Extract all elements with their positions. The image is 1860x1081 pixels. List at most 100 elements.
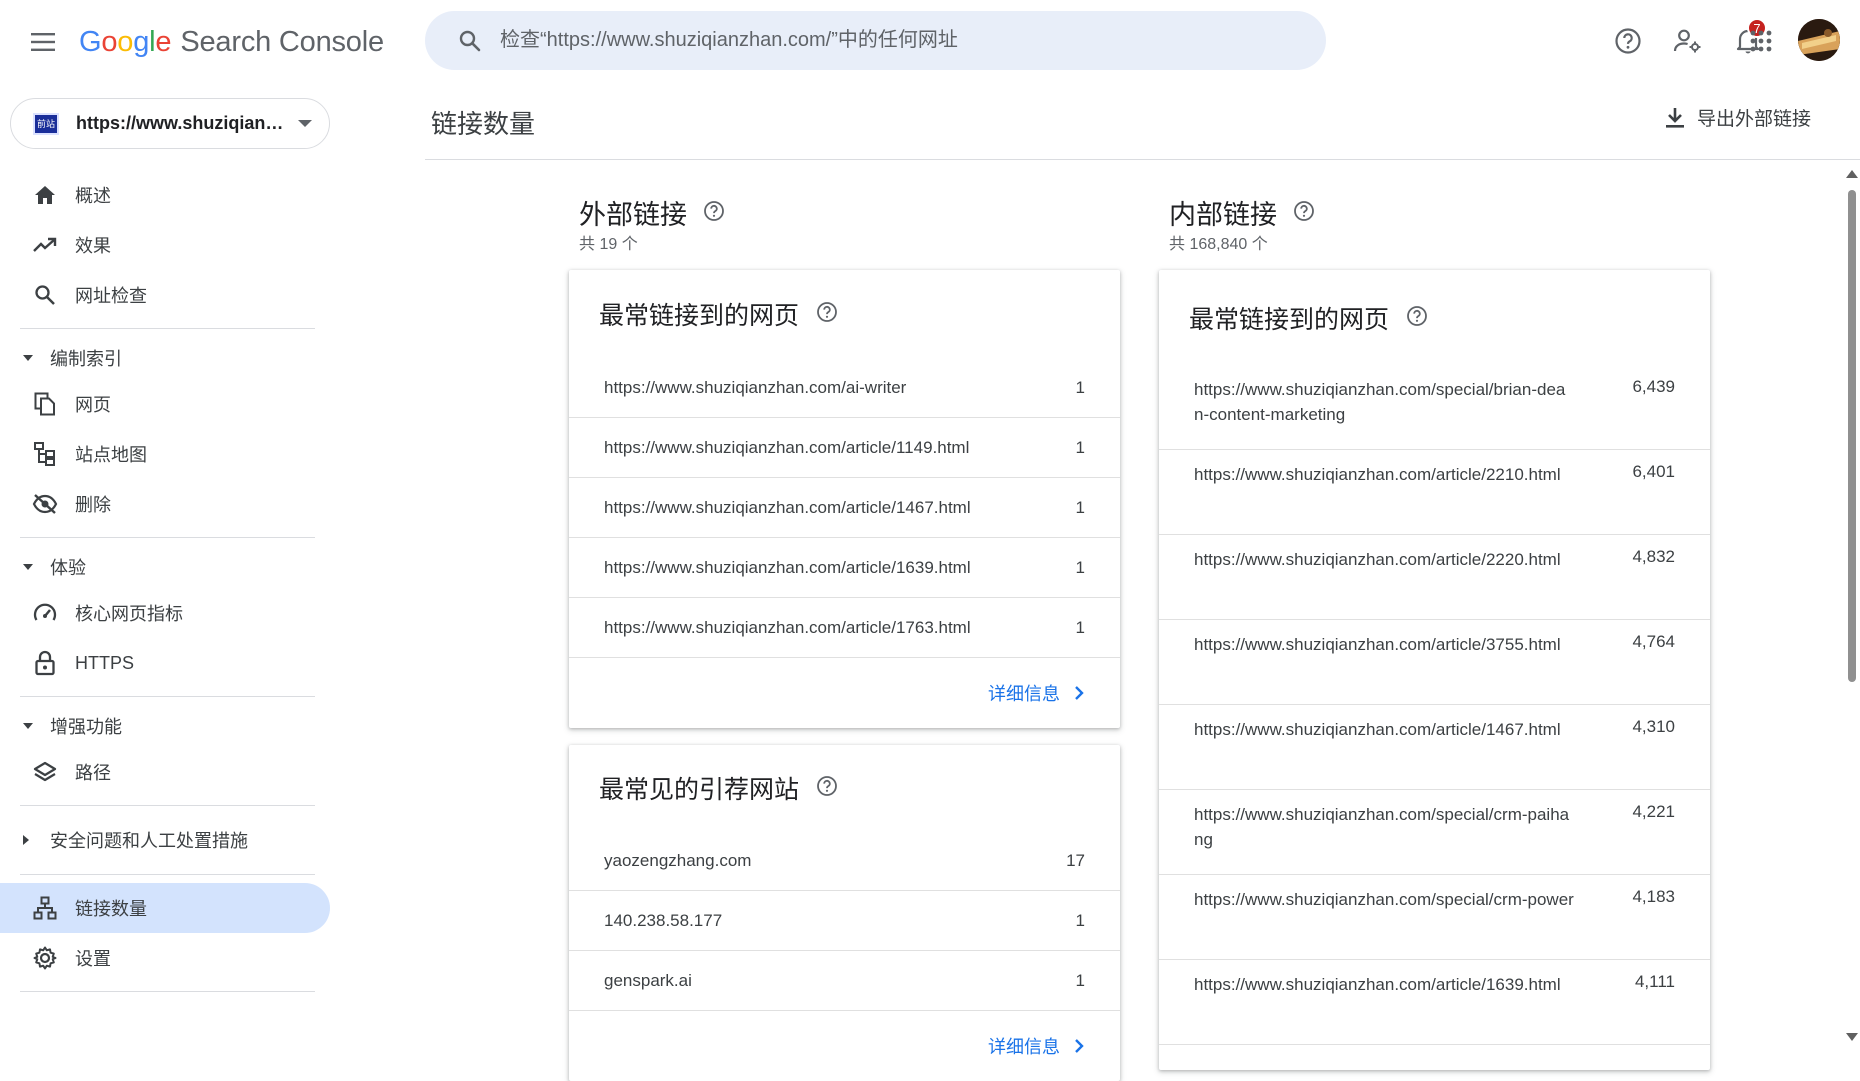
row-site: 140.238.58.177: [604, 911, 723, 930]
sidebar-item-sitemaps[interactable]: 站点地图: [0, 429, 330, 479]
help-button[interactable]: [1607, 20, 1649, 62]
table-row[interactable]: https://www.shuziqianzhan.com/special/cr…: [1159, 790, 1710, 875]
search-icon[interactable]: [445, 29, 495, 53]
sidebar-item-https[interactable]: HTTPS: [0, 638, 330, 688]
export-external-links-button[interactable]: 导出外部链接: [1665, 104, 1811, 131]
more-details-link[interactable]: 详细信息: [569, 658, 1120, 728]
sidebar-item-breadcrumbs[interactable]: 路径: [0, 747, 330, 797]
row-url: https://www.shuziqianzhan.com/special/br…: [1194, 380, 1566, 424]
table-row[interactable]: yaozengzhang.com 17: [569, 831, 1120, 891]
external-links-heading: 外部链接: [579, 193, 725, 232]
table-row[interactable]: https://www.shuziqianzhan.com/article/22…: [1159, 450, 1710, 535]
help-icon[interactable]: [816, 301, 838, 323]
table-row[interactable]: https://www.shuziqianzhan.com/article/14…: [1159, 705, 1710, 790]
table-row[interactable]: https://www.shuziqianzhan.com/article/14…: [569, 478, 1120, 538]
more-details-link[interactable]: 详细信息: [569, 1011, 1120, 1081]
table-row[interactable]: https://www.shuziqianzhan.com/article/17…: [569, 598, 1120, 658]
sidebar-item-url-inspection[interactable]: 网址检查: [0, 270, 330, 320]
dropdown-arrow-icon: [298, 119, 312, 128]
help-icon[interactable]: [1406, 305, 1428, 327]
sidebar-item-overview[interactable]: 概述: [0, 170, 330, 220]
row-url: https://www.shuziqianzhan.com/article/14…: [604, 498, 971, 517]
property-url: https://www.shuziqianzhan.com/: [76, 113, 286, 133]
scroll-up-arrow-icon[interactable]: [1846, 170, 1858, 178]
section-label: 增强功能: [50, 717, 122, 737]
account-avatar[interactable]: [1798, 19, 1840, 61]
table-row[interactable]: https://www.shuziqianzhan.com/article/22…: [1159, 535, 1710, 620]
nav-divider: [20, 696, 315, 697]
sidebar-section-enhancements[interactable]: 增强功能: [0, 705, 340, 747]
gear-icon: [32, 945, 58, 971]
section-title: 内部链接: [1169, 200, 1277, 230]
card-header: 最常链接到的网页: [569, 270, 1120, 358]
help-icon[interactable]: [816, 775, 838, 797]
sidebar-item-performance[interactable]: 效果: [0, 220, 330, 270]
internal-links-heading: 内部链接: [1169, 193, 1315, 232]
hamburger-menu-icon: [31, 32, 57, 52]
top-linked-pages-internal-card: 最常链接到的网页 https://www.shuziqianzhan.com/s…: [1159, 270, 1710, 1070]
property-favicon: 前站: [33, 112, 59, 135]
table-row[interactable]: https://www.shuziqianzhan.com/special/cr…: [1159, 875, 1710, 960]
row-count: 1: [1075, 970, 1085, 990]
row-count: 1: [1075, 497, 1085, 517]
row-count: 1: [1075, 557, 1085, 577]
google-apps-button[interactable]: [1740, 20, 1782, 62]
logo-letter: o: [101, 25, 118, 58]
search-icon: [32, 282, 58, 308]
table-row[interactable]: https://www.shuziqianzhan.com/article/16…: [1159, 960, 1710, 1045]
sidebar-item-label: 删除: [75, 495, 111, 515]
logo-letter: e: [155, 25, 172, 58]
table-row[interactable]: https://www.shuziqianzhan.com/special/br…: [1159, 365, 1710, 450]
users-permissions-button[interactable]: [1667, 20, 1709, 62]
nav-divider: [20, 991, 315, 992]
sidebar-section-experience[interactable]: 体验: [0, 546, 340, 588]
sidebar-item-links[interactable]: 链接数量: [0, 883, 330, 933]
sidebar-item-label: 站点地图: [75, 445, 147, 465]
nav-divider: [20, 537, 315, 538]
sidebar-section-security[interactable]: 安全问题和人工处置措施: [0, 814, 340, 866]
table-row[interactable]: https://www.shuziqianzhan.com/article/11…: [569, 418, 1120, 478]
sidebar-item-pages[interactable]: 网页: [0, 379, 330, 429]
sidebar-item-core-web-vitals[interactable]: 核心网页指标: [0, 588, 330, 638]
row-count: 1: [1075, 617, 1085, 637]
row-url: https://www.shuziqianzhan.com/ai-writer: [604, 378, 907, 397]
table-row[interactable]: 140.238.58.177 1: [569, 891, 1120, 951]
expand-arrow-icon: [22, 563, 44, 571]
logo-letter: o: [117, 25, 134, 58]
table-row[interactable]: https://www.shuziqianzhan.com/ai-writer 1: [569, 358, 1120, 418]
search-console-logo[interactable]: Google Search Console: [79, 22, 384, 62]
help-icon[interactable]: [1293, 200, 1315, 222]
logo-letter: G: [79, 25, 102, 58]
trending-up-icon: [32, 232, 58, 258]
main-scrollbar[interactable]: [1843, 168, 1860, 1045]
table-row[interactable]: https://www.shuziqianzhan.com/article/16…: [569, 538, 1120, 598]
home-icon: [32, 182, 58, 208]
sidebar-section-indexing[interactable]: 编制索引: [0, 337, 340, 379]
manage-accounts-icon: [1673, 27, 1703, 55]
row-url: https://www.shuziqianzhan.com/article/22…: [1194, 550, 1561, 569]
property-selector[interactable]: 前站 https://www.shuziqianzhan.com/: [10, 98, 330, 149]
table-row[interactable]: https://www.shuziqianzhan.com/article/37…: [1159, 620, 1710, 705]
main-menu-button[interactable]: [24, 22, 64, 62]
row-count: 4,183: [1632, 887, 1675, 906]
card-title: 最常见的引荐网站: [599, 776, 800, 804]
visibility-off-icon: [32, 491, 58, 517]
search-input[interactable]: [500, 29, 1280, 52]
top-linking-sites-card: 最常见的引荐网站 yaozengzhang.com 17 140.238.58.1…: [569, 745, 1120, 1081]
sidebar-item-removals[interactable]: 删除: [0, 479, 330, 529]
url-inspection-search[interactable]: [425, 11, 1326, 70]
sitemap-icon: [32, 441, 58, 467]
sidebar-item-label: HTTPS: [75, 652, 135, 673]
sidebar-item-label: 网页: [75, 395, 111, 415]
section-title: 外部链接: [579, 200, 687, 230]
table-row[interactable]: genspark.ai 1: [569, 951, 1120, 1011]
sidebar-item-settings[interactable]: 设置: [0, 933, 330, 983]
scrollbar-thumb[interactable]: [1848, 190, 1856, 682]
chevron-right-icon: [1074, 1038, 1084, 1054]
row-count: 6,439: [1632, 377, 1675, 396]
chevron-right-icon: [1074, 685, 1084, 701]
scroll-down-arrow-icon[interactable]: [1846, 1033, 1858, 1041]
row-count: 4,221: [1632, 802, 1675, 821]
row-url: https://www.shuziqianzhan.com/article/14…: [1194, 720, 1561, 739]
help-icon[interactable]: [703, 200, 725, 222]
